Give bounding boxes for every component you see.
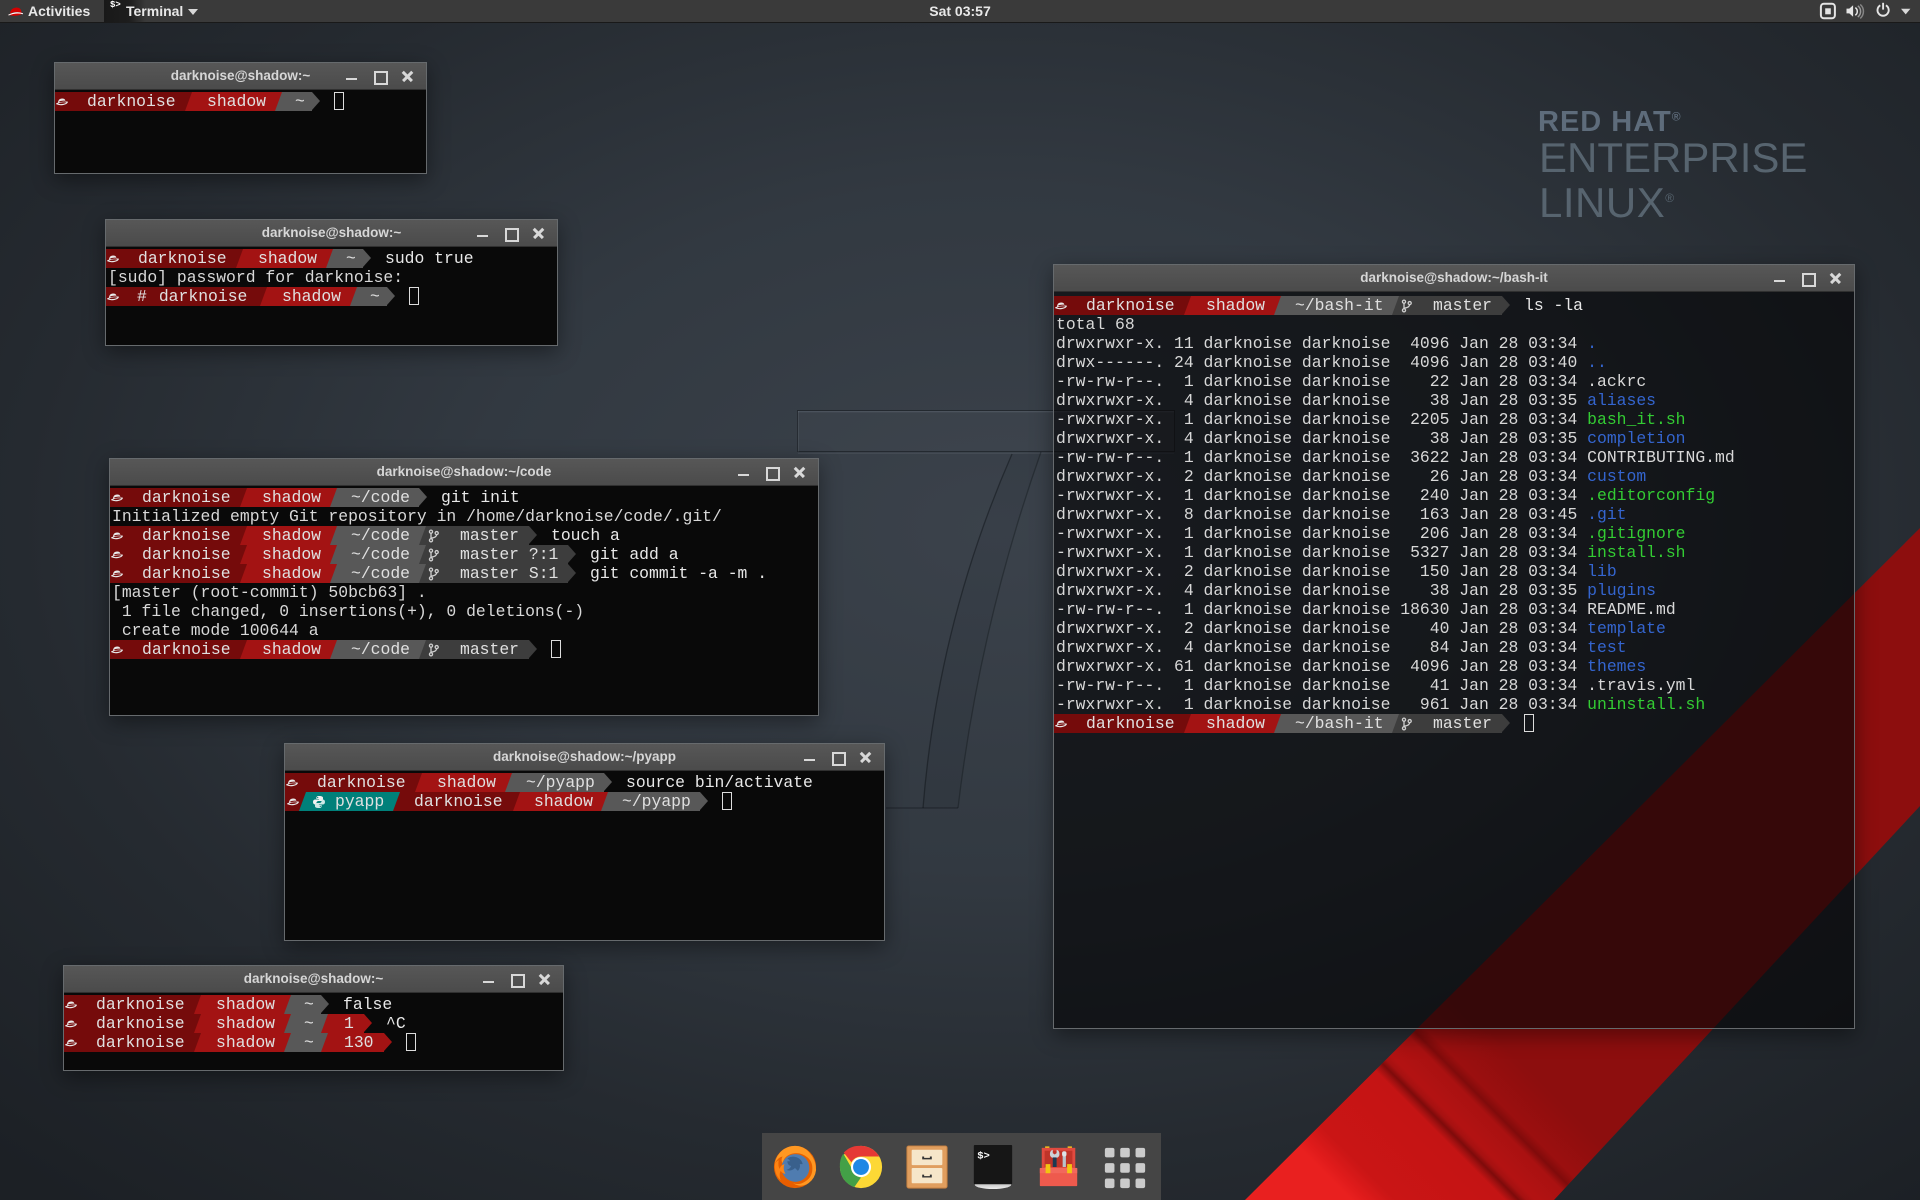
svg-text:$>: $>: [977, 1150, 990, 1162]
